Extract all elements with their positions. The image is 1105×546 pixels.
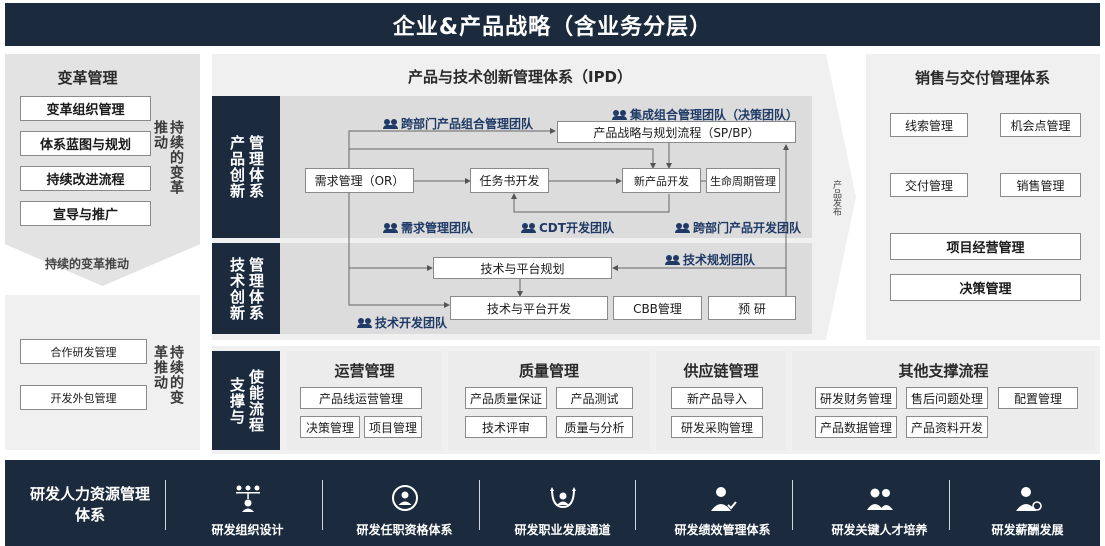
box-lead[interactable]: 线索管理 bbox=[890, 113, 968, 137]
supply-item-npi[interactable]: 新产品导入 bbox=[671, 387, 763, 409]
support-label-b: 支撑与 bbox=[228, 376, 246, 425]
hr-title: 研发人力资源管理体系 bbox=[29, 485, 150, 524]
supply-item-purchase[interactable]: 研发采购管理 bbox=[671, 416, 763, 438]
box-cbb[interactable]: CBB管理 bbox=[613, 296, 702, 320]
team-cdt-label: CDT开发团队 bbox=[539, 221, 614, 235]
other-item-finance[interactable]: 研发财务管理 bbox=[815, 387, 897, 409]
other-item-aftersales[interactable]: 售后问题处理 bbox=[906, 387, 988, 409]
hr-item-career[interactable]: 研发职业发展通道 bbox=[495, 460, 630, 546]
ops-item-decision[interactable]: 决策管理 bbox=[300, 416, 360, 438]
ops-item-project[interactable]: 项目管理 bbox=[364, 416, 422, 438]
box-decision[interactable]: 决策管理 bbox=[890, 274, 1081, 301]
other-item-docs[interactable]: 产品资料开发 bbox=[906, 416, 988, 438]
box-tech-dev[interactable]: 技术与平台开发 bbox=[450, 296, 608, 320]
box-tech-plan[interactable]: 技术与平台规划 bbox=[433, 257, 612, 279]
hr-item-qualification-label: 研发任职资格体系 bbox=[356, 523, 453, 537]
box-project[interactable]: 项目经营管理 bbox=[890, 233, 1081, 260]
team-icon bbox=[665, 254, 681, 265]
hr-separator bbox=[479, 480, 480, 530]
group-operations-title: 运营管理 bbox=[334, 362, 395, 380]
other-item-data[interactable]: 产品数据管理 bbox=[815, 416, 897, 438]
team-tech-plan: 技术规划团队 bbox=[665, 251, 755, 268]
hr-item-org-label: 研发组织设计 bbox=[211, 523, 284, 537]
hr-bar: 研发人力资源管理体系 研发组织设计 研发任职资格体系 研发职业发展通道 研发绩效… bbox=[5, 460, 1100, 546]
box-delivery[interactable]: 交付管理 bbox=[890, 173, 968, 197]
hr-item-performance[interactable]: 研发绩效管理体系 bbox=[655, 460, 790, 546]
hr-separator bbox=[792, 480, 793, 530]
group-quality-title: 质量管理 bbox=[518, 362, 579, 380]
box-npd[interactable]: 新产品开发 bbox=[622, 168, 701, 193]
team-pdt: 跨部门产品开发团队 bbox=[675, 219, 801, 236]
support-label-a: 使能流程 bbox=[247, 368, 265, 433]
hr-separator bbox=[322, 480, 323, 530]
box-sales[interactable]: 销售管理 bbox=[1000, 173, 1081, 197]
hr-item-org[interactable]: 研发组织设计 bbox=[185, 460, 310, 546]
team-tech-dev: 技术开发团队 bbox=[357, 314, 447, 331]
team-portfolio-label: 跨部门产品组合管理团队 bbox=[401, 117, 534, 131]
team-icon bbox=[612, 109, 628, 120]
hr-item-talent-label: 研发关键人才培养 bbox=[831, 523, 928, 537]
support-head: 支撑与 使能流程 bbox=[212, 351, 280, 450]
org-chart-icon bbox=[235, 485, 260, 512]
team-cdt: CDT开发团队 bbox=[521, 219, 614, 236]
box-strategy[interactable]: 产品战略与规划流程（SP/BP） bbox=[557, 121, 796, 143]
other-item-config[interactable]: 配置管理 bbox=[998, 387, 1078, 409]
group-other-title: 其他支撑流程 bbox=[898, 362, 989, 380]
team-tech-plan-label: 技术规划团队 bbox=[683, 253, 756, 267]
quality-item-analysis[interactable]: 质量与分析 bbox=[556, 416, 633, 438]
quality-item-test[interactable]: 产品测试 bbox=[556, 387, 633, 409]
team-pdt-label: 跨部门产品开发团队 bbox=[693, 221, 802, 235]
box-opportunity[interactable]: 机会点管理 bbox=[1000, 113, 1081, 137]
group-supply-title: 供应链管理 bbox=[683, 362, 759, 380]
team-icon bbox=[383, 118, 399, 129]
quality-item-review[interactable]: 技术评审 bbox=[465, 416, 547, 438]
team-icon bbox=[357, 317, 373, 328]
people-icon bbox=[866, 488, 893, 510]
ops-item-line[interactable]: 产品线运营管理 bbox=[300, 387, 422, 409]
team-icon bbox=[383, 222, 399, 233]
team-tech-dev-label: 技术开发团队 bbox=[375, 316, 448, 330]
hr-item-salary[interactable]: 研发薪酬发展 bbox=[960, 460, 1095, 546]
person-coin-icon bbox=[1015, 487, 1042, 511]
hr-item-qualification[interactable]: 研发任职资格体系 bbox=[342, 460, 467, 546]
hr-item-performance-label: 研发绩效管理体系 bbox=[674, 523, 771, 537]
box-research[interactable]: 预 研 bbox=[708, 296, 796, 320]
career-path-icon bbox=[549, 487, 576, 509]
hr-separator bbox=[635, 480, 636, 530]
person-badge-icon bbox=[391, 485, 418, 511]
team-icon bbox=[675, 222, 691, 233]
release-label: 产品发布 bbox=[831, 180, 841, 216]
hr-item-career-label: 研发职业发展通道 bbox=[514, 523, 611, 537]
person-check-icon bbox=[710, 487, 737, 511]
box-lifecycle[interactable]: 生命周期管理 bbox=[706, 168, 780, 193]
team-demand-label: 需求管理团队 bbox=[401, 221, 474, 235]
sales-title: 销售与交付管理体系 bbox=[914, 69, 1050, 87]
team-demand: 需求管理团队 bbox=[383, 219, 473, 236]
box-demand[interactable]: 需求管理（OR） bbox=[305, 168, 414, 193]
quality-item-assure[interactable]: 产品质量保证 bbox=[465, 387, 547, 409]
team-icon bbox=[521, 222, 537, 233]
hr-separator bbox=[165, 480, 166, 530]
hr-item-salary-label: 研发薪酬发展 bbox=[991, 523, 1064, 537]
box-charter[interactable]: 任务书开发 bbox=[470, 168, 549, 193]
hr-item-talent[interactable]: 研发关键人才培养 bbox=[812, 460, 947, 546]
team-portfolio: 跨部门产品组合管理团队 bbox=[383, 115, 533, 132]
hr-separator bbox=[949, 480, 950, 530]
